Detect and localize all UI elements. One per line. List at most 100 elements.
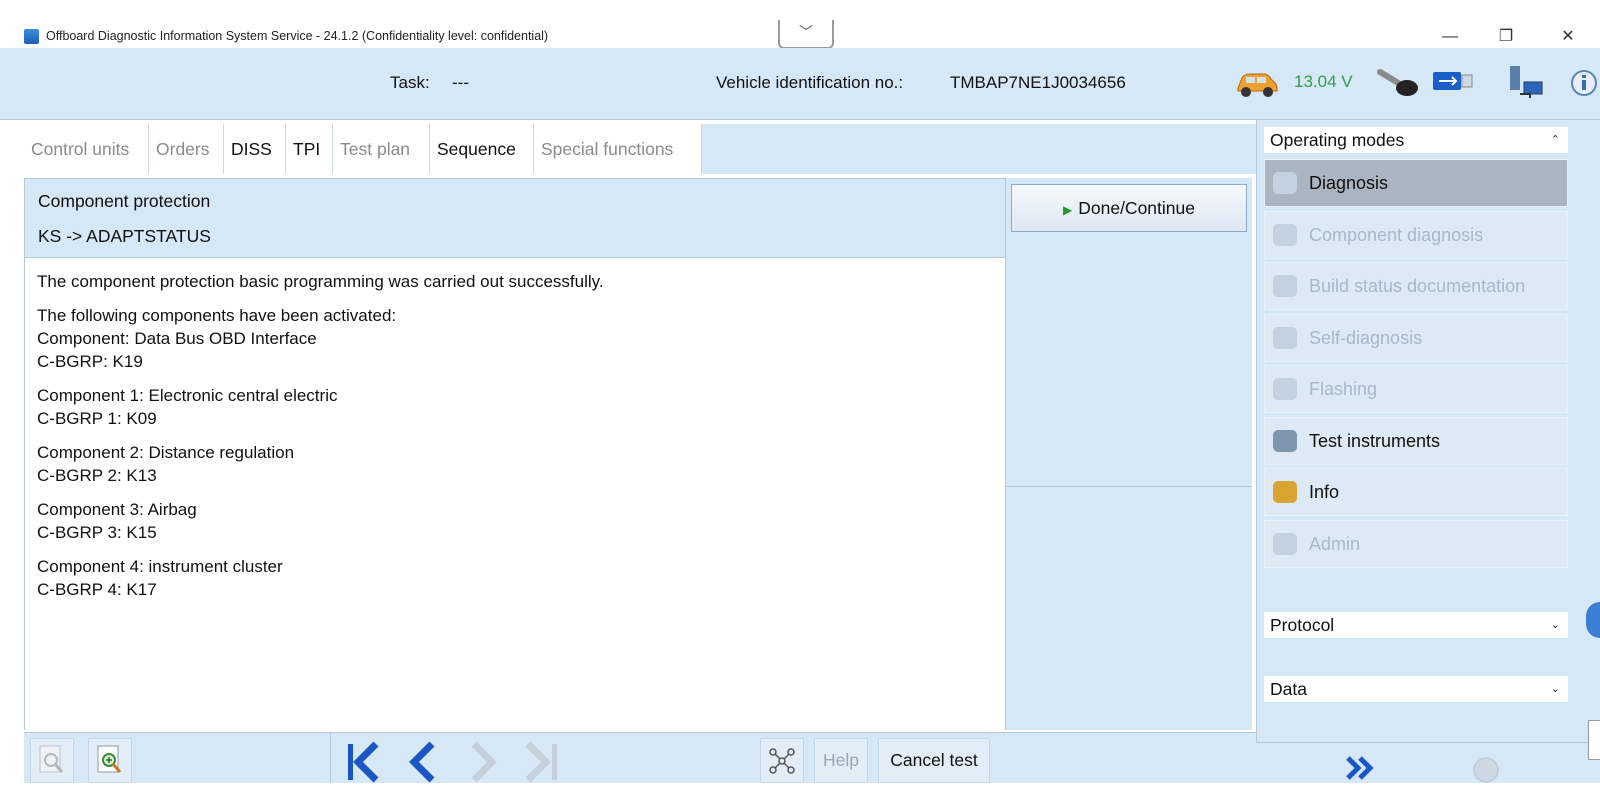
gear-icon: [1273, 224, 1297, 246]
tab-sequence[interactable]: Sequence: [430, 124, 534, 174]
next-step-icon: [471, 741, 497, 783]
action-column: [1006, 178, 1252, 730]
sidebar-item-label: Flashing: [1309, 379, 1378, 399]
message-line: The following components have been activ…: [37, 306, 397, 325]
sidebar-item-component-diagnosis[interactable]: Component diagnosis: [1264, 211, 1568, 259]
document-icon: [1273, 275, 1297, 297]
tab-control-units[interactable]: Control units: [24, 124, 149, 174]
protocol-label: Protocol: [1270, 615, 1335, 635]
stop-button[interactable]: [1466, 752, 1506, 783]
gauge-icon: [1273, 430, 1297, 452]
operating-modes-label: Operating modes: [1270, 130, 1405, 150]
first-step-button[interactable]: [340, 738, 390, 783]
message-paragraph: Component 3: Airbag C-BGRP 3: K15: [37, 498, 993, 544]
sidebar-item-test-instruments[interactable]: Test instruments: [1264, 417, 1568, 465]
sidebar-item-label: Component diagnosis: [1309, 225, 1484, 245]
admin-icon: [1273, 533, 1297, 555]
message-line: C-BGRP 2: K13: [37, 466, 157, 485]
message-paragraph: Component 1: Electronic central electric…: [37, 384, 993, 430]
task-value: ---: [452, 73, 469, 92]
last-step-button[interactable]: [516, 738, 566, 783]
gear-icon: [1273, 378, 1297, 400]
protocol-header[interactable]: Protocol ⌄: [1264, 612, 1568, 638]
sidebar-item-label: Info: [1309, 482, 1340, 502]
expand-icon: ⌄: [1550, 619, 1560, 631]
tab-diss[interactable]: DISS: [224, 124, 286, 174]
tab-test-plan[interactable]: Test plan: [333, 124, 430, 174]
window-title: Offboard Diagnostic Information System S…: [46, 29, 549, 43]
sidebar-item-diagnosis[interactable]: Diagnosis: [1264, 159, 1568, 207]
stethoscope-icon: [1273, 172, 1297, 194]
next-step-button[interactable]: [458, 738, 508, 783]
sidebar-item-label: Admin: [1309, 534, 1361, 554]
close-button[interactable]: ✕: [1548, 26, 1588, 48]
message-line: C-BGRP 4: K17: [37, 580, 157, 599]
operating-modes-header[interactable]: Operating modes ⌃: [1264, 127, 1568, 153]
title-dropdown-button[interactable]: ﹀: [778, 20, 834, 49]
message-line: The component protection basic programmi…: [37, 272, 604, 291]
message-paragraph: Component 2: Distance regulation C-BGRP …: [37, 441, 993, 487]
vehicle-icon: [1237, 73, 1278, 97]
previous-step-button[interactable]: [400, 738, 450, 783]
zoom-out-button[interactable]: [30, 738, 74, 783]
help-button[interactable]: Help: [814, 738, 868, 783]
task-label: Task:: [390, 73, 430, 92]
double-chevron-right-icon: [1346, 756, 1374, 780]
message-line: Component 3: Airbag: [37, 500, 197, 519]
bottom-toolbar: [24, 732, 1256, 783]
message-paragraph: The following components have been activ…: [37, 304, 993, 373]
message-line: C-BGRP 1: K09: [37, 409, 157, 428]
zoom-out-icon: [39, 745, 64, 773]
zoom-in-icon: [97, 745, 122, 773]
expand-icon: ⌄: [1550, 683, 1560, 695]
message-line: Component 4: instrument cluster: [37, 557, 283, 576]
sidebar-item-flashing[interactable]: Flashing: [1264, 365, 1568, 413]
tab-tpi[interactable]: TPI: [286, 124, 333, 174]
sidebar-item-label: Test instruments: [1309, 431, 1441, 451]
vin-value: TMBAP7NE1J0034656: [950, 73, 1126, 92]
data-header[interactable]: Data ⌄: [1264, 676, 1568, 702]
info-icon[interactable]: [1566, 68, 1600, 98]
sidebar-item-build-status-documentation[interactable]: Build status documentation: [1264, 262, 1568, 310]
hand-icon: [1273, 327, 1297, 349]
stop-icon: [1473, 757, 1499, 783]
message-line: Component: Data Bus OBD Interface: [37, 329, 317, 348]
sequence-subheading: KS -> ADAPTSTATUS: [38, 226, 211, 246]
app-icon: [24, 29, 39, 44]
last-step-icon: [525, 741, 557, 783]
first-step-icon: [348, 741, 379, 783]
done-continue-button[interactable]: ▶ Done/Continue: [1011, 184, 1247, 232]
vin-label: Vehicle identification no.:: [716, 73, 904, 92]
message-line: C-BGRP 3: K15: [37, 523, 157, 542]
sidebar-item-info[interactable]: Info: [1264, 468, 1568, 516]
sidebar-item-self-diagnosis[interactable]: Self-diagnosis: [1264, 314, 1568, 362]
message-line: C-BGRP: K19: [37, 352, 143, 371]
data-label: Data: [1270, 679, 1307, 699]
tab-orders[interactable]: Orders: [149, 124, 224, 174]
minimize-button[interactable]: —: [1430, 26, 1470, 48]
usb-connection-icon: [1433, 72, 1473, 90]
restore-button[interactable]: ❐: [1486, 26, 1526, 48]
collapse-icon: ⌃: [1550, 134, 1560, 146]
key-icon: [1377, 69, 1418, 96]
side-edge-tab[interactable]: [1588, 720, 1600, 760]
play-icon: ▶: [1063, 203, 1073, 217]
zoom-in-button[interactable]: [88, 738, 132, 783]
message-line: Component 2: Distance regulation: [37, 443, 295, 462]
forward-button[interactable]: [1340, 752, 1384, 783]
message-paragraph: The component protection basic programmi…: [37, 270, 993, 293]
sidebar-item-label: Diagnosis: [1309, 173, 1389, 193]
side-panel-toggle[interactable]: [1586, 602, 1600, 638]
sidebar-item-label: Build status documentation: [1309, 276, 1526, 296]
done-continue-label: Done/Continue: [1078, 198, 1195, 218]
books-icon: [1273, 481, 1297, 503]
network-diagram-button[interactable]: [760, 738, 804, 783]
divider: [1006, 486, 1252, 487]
sidebar-item-admin[interactable]: Admin: [1264, 520, 1568, 568]
sidebar-bottom-bar: [1256, 742, 1600, 783]
message-paragraph: Component 4: instrument cluster C-BGRP 4…: [37, 555, 993, 601]
network-icon: [1510, 66, 1543, 98]
divider: [330, 732, 331, 783]
tab-special-functions[interactable]: Special functions: [534, 124, 702, 174]
cancel-test-button[interactable]: Cancel test: [878, 738, 990, 783]
